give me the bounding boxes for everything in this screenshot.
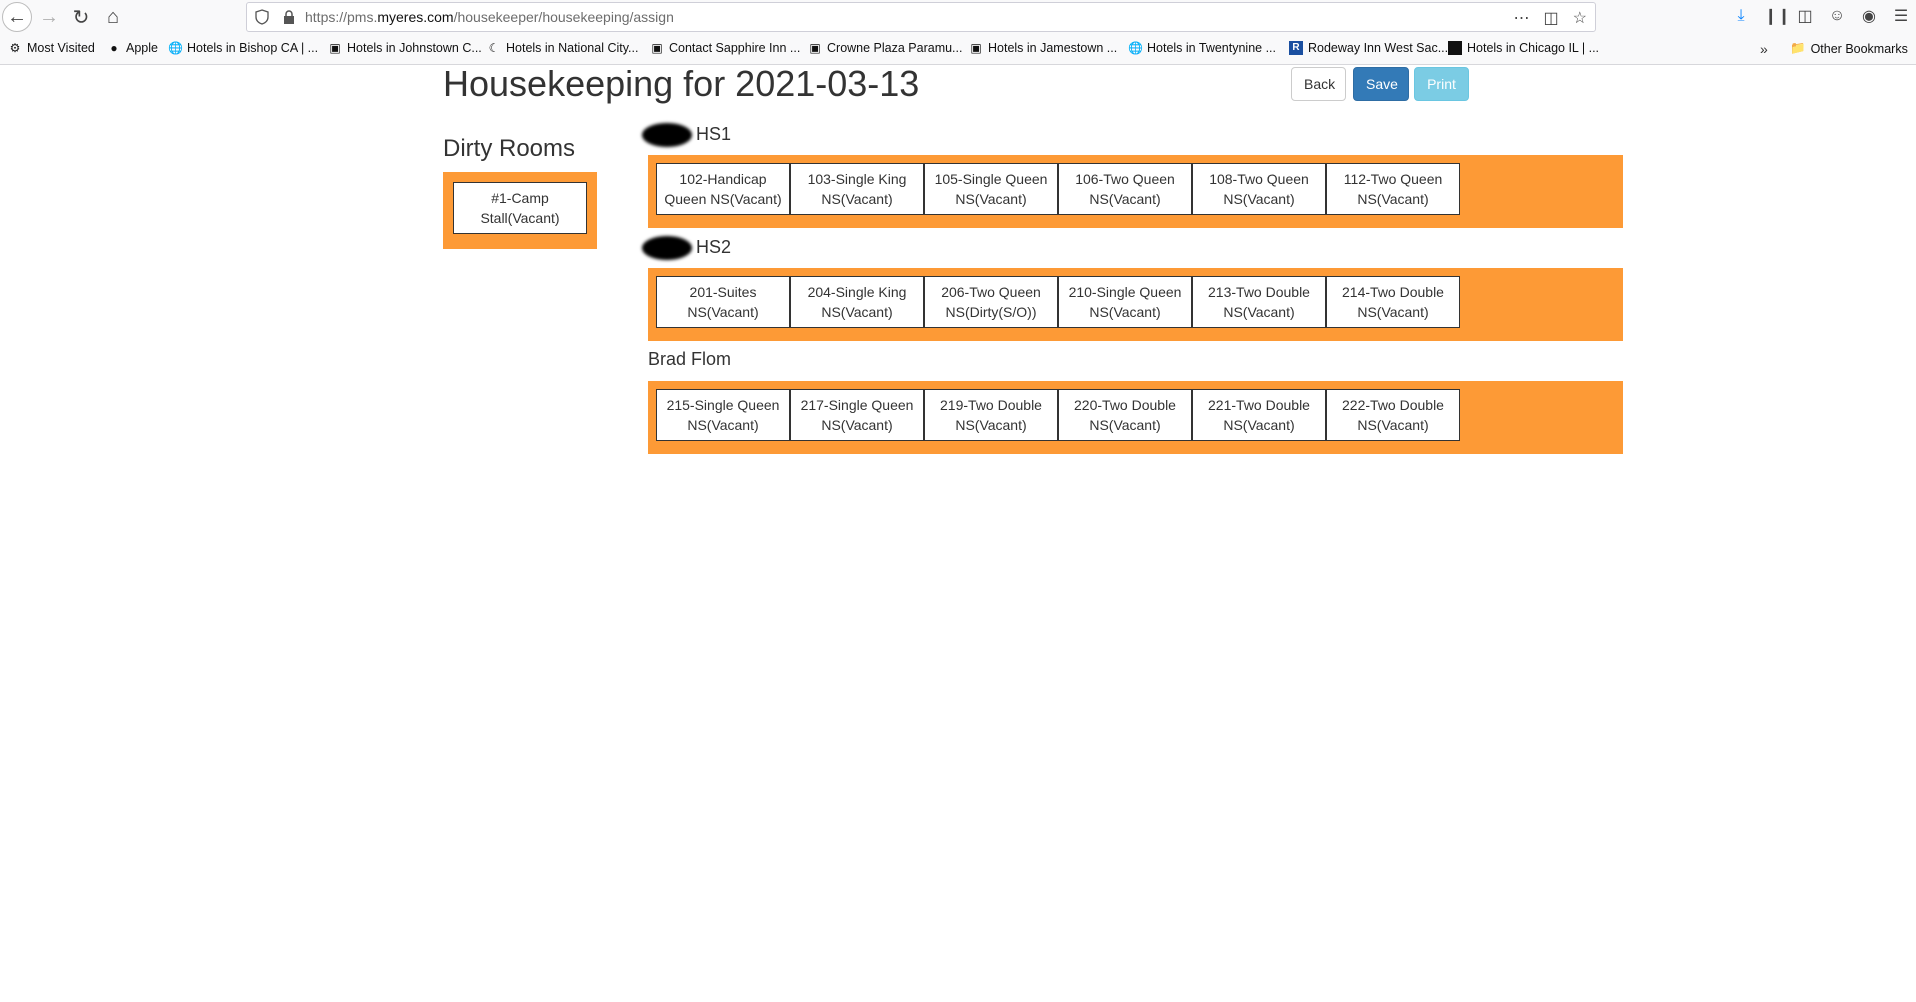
download-icon[interactable]: ⤓ <box>1732 7 1750 25</box>
image-icon: ▣ <box>329 41 341 55</box>
dirty-rooms-title: Dirty Rooms <box>443 135 576 162</box>
chevron-more-icon[interactable]: » <box>1760 41 1768 57</box>
room-card[interactable]: 213-Two Double NS(Vacant) <box>1192 276 1326 328</box>
image-icon: ▣ <box>970 41 982 55</box>
room-card[interactable]: 105-Single Queen NS(Vacant) <box>924 163 1058 215</box>
extension-icon[interactable]: ◉ <box>1860 6 1878 26</box>
dark-square-icon <box>1448 41 1462 55</box>
back-button[interactable]: Back <box>1291 67 1346 101</box>
page-title: Housekeeping for 2021-03-13 <box>443 63 920 104</box>
url-bar[interactable]: https://pms.myeres.com/housekeeper/house… <box>246 2 1596 32</box>
star-bookmark-icon[interactable]: ☆ <box>1573 8 1587 28</box>
bookmark-item[interactable]: 🌐 Hotels in Twentynine ... <box>1128 41 1276 55</box>
bookmarks-bar: ⚙ Most Visited ● Apple 🌐 Hotels in Bishop C… <box>0 35 1916 65</box>
browser-toolbar: ← → ↻ ⌂ https://pms.myeres.com/housekeep… <box>0 0 1916 35</box>
save-button[interactable]: Save <box>1353 67 1409 101</box>
url-text: https://pms.myeres.com/housekeeper/house… <box>305 9 674 25</box>
room-card[interactable]: 222-Two Double NS(Vacant) <box>1326 389 1460 441</box>
room-card[interactable]: 112-Two Queen NS(Vacant) <box>1326 163 1460 215</box>
housekeeper-dropzone[interactable]: 102-Handicap Queen NS(Vacant) 103-Single … <box>648 155 1623 228</box>
globe-icon: 🌐 <box>1128 41 1143 55</box>
room-card[interactable]: 217-Single Queen NS(Vacant) <box>790 389 924 441</box>
housekeeper-heading: HS1 <box>642 123 731 147</box>
menu-icon[interactable]: ☰ <box>1892 6 1910 26</box>
moon-icon: ☾ <box>488 41 500 55</box>
bookmark-item[interactable]: ● Apple <box>107 41 158 55</box>
bookmark-item[interactable]: ▣ Hotels in Johnstown C... <box>328 41 481 55</box>
lock-icon <box>284 10 294 24</box>
bookmark-item[interactable]: ⚙ Most Visited <box>8 41 95 55</box>
more-actions-icon[interactable]: ⋯ <box>1514 8 1530 28</box>
gear-icon: ⚙ <box>9 41 21 55</box>
room-card[interactable]: 206-Two Queen NS(Dirty(S/O)) <box>924 276 1058 328</box>
room-card[interactable]: #1-Camp Stall(Vacant) <box>453 182 587 234</box>
globe-icon: 🌐 <box>168 41 183 55</box>
room-card[interactable]: 214-Two Double NS(Vacant) <box>1326 276 1460 328</box>
sidebar-icon[interactable]: ◫ <box>1796 6 1814 26</box>
account-icon[interactable]: ☺ <box>1828 7 1846 25</box>
bookmark-item[interactable]: ▣ Crowne Plaza Paramu... <box>808 41 962 55</box>
room-card[interactable]: 220-Two Double NS(Vacant) <box>1058 389 1192 441</box>
bookmark-item[interactable]: ▣ Contact Sapphire Inn ... <box>650 41 800 55</box>
r-logo-icon: R <box>1289 41 1303 55</box>
housekeeper-heading: Brad Flom <box>648 349 732 369</box>
image-icon: ▣ <box>651 41 663 55</box>
other-bookmarks[interactable]: 📁 Other Bookmarks <box>1790 41 1908 56</box>
home-icon[interactable]: ⌂ <box>100 4 126 30</box>
redacted-name <box>642 236 692 260</box>
print-button[interactable]: Print <box>1414 67 1469 101</box>
room-card[interactable]: 210-Single Queen NS(Vacant) <box>1058 276 1192 328</box>
forward-arrow-icon[interactable]: → <box>36 4 62 30</box>
bookmark-item[interactable]: ▣ Hotels in Jamestown ... <box>969 41 1117 55</box>
bookmark-item[interactable]: R Rodeway Inn West Sac... <box>1289 41 1448 55</box>
apple-icon: ● <box>110 41 118 55</box>
back-arrow-icon[interactable]: ← <box>2 2 32 32</box>
housekeeper-dropzone[interactable]: 215-Single Queen NS(Vacant) 217-Single Qu… <box>648 381 1623 454</box>
library-icon[interactable]: ❙❙ <box>1764 6 1791 26</box>
room-card[interactable]: 215-Single Queen NS(Vacant) <box>656 389 790 441</box>
room-card[interactable]: 204-Single King NS(Vacant) <box>790 276 924 328</box>
pocket-icon[interactable]: ◫ <box>1544 8 1559 28</box>
room-card[interactable]: 102-Handicap Queen NS(Vacant) <box>656 163 790 215</box>
room-card[interactable]: 108-Two Queen NS(Vacant) <box>1192 163 1326 215</box>
housekeeper-dropzone[interactable]: 201-Suites NS(Vacant) 204-Single King NS(V… <box>648 268 1623 341</box>
folder-icon: 📁 <box>1790 41 1806 55</box>
room-card[interactable]: 106-Two Queen NS(Vacant) <box>1058 163 1192 215</box>
dirty-rooms-dropzone[interactable]: #1-Camp Stall(Vacant) <box>443 172 597 249</box>
room-card[interactable]: 103-Single King NS(Vacant) <box>790 163 924 215</box>
bookmark-item[interactable]: 🌐 Hotels in Bishop CA | ... <box>168 41 318 55</box>
room-card[interactable]: 221-Two Double NS(Vacant) <box>1192 389 1326 441</box>
room-card[interactable]: 219-Two Double NS(Vacant) <box>924 389 1058 441</box>
housekeeper-heading: HS2 <box>642 236 731 260</box>
bookmark-item[interactable]: Hotels in Chicago IL | ... <box>1448 41 1599 55</box>
redacted-name <box>642 123 692 147</box>
bookmark-item[interactable]: ☾ Hotels in National City... <box>487 41 639 55</box>
image-icon: ▣ <box>809 41 821 55</box>
room-card[interactable]: 201-Suites NS(Vacant) <box>656 276 790 328</box>
shield-icon <box>255 9 269 25</box>
reload-icon[interactable]: ↻ <box>68 4 94 30</box>
